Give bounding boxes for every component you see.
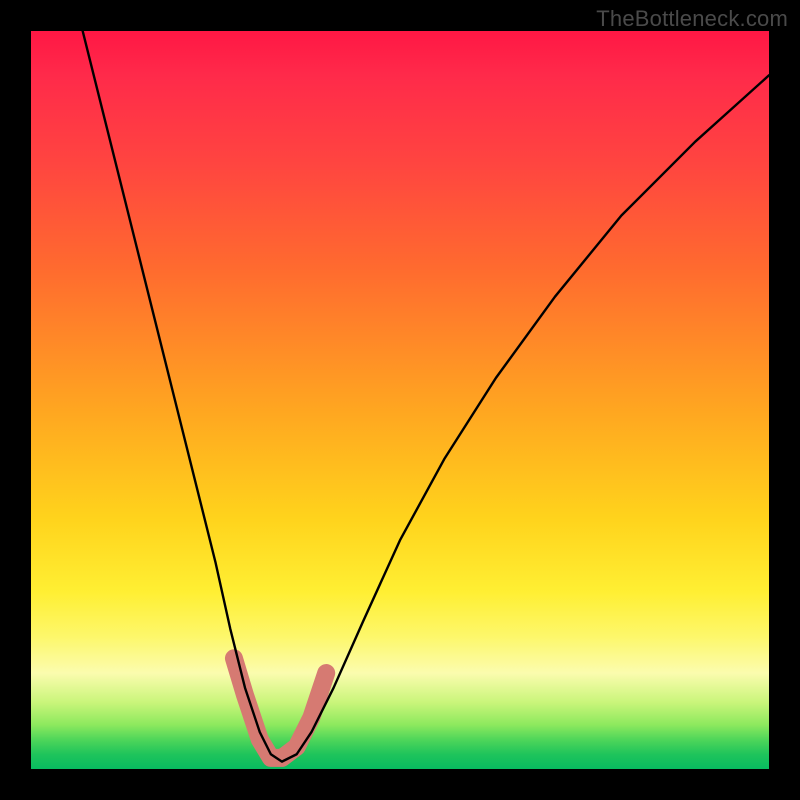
chart-frame: TheBottleneck.com bbox=[0, 0, 800, 800]
gradient-background bbox=[31, 31, 769, 769]
watermark-text: TheBottleneck.com bbox=[596, 6, 788, 32]
